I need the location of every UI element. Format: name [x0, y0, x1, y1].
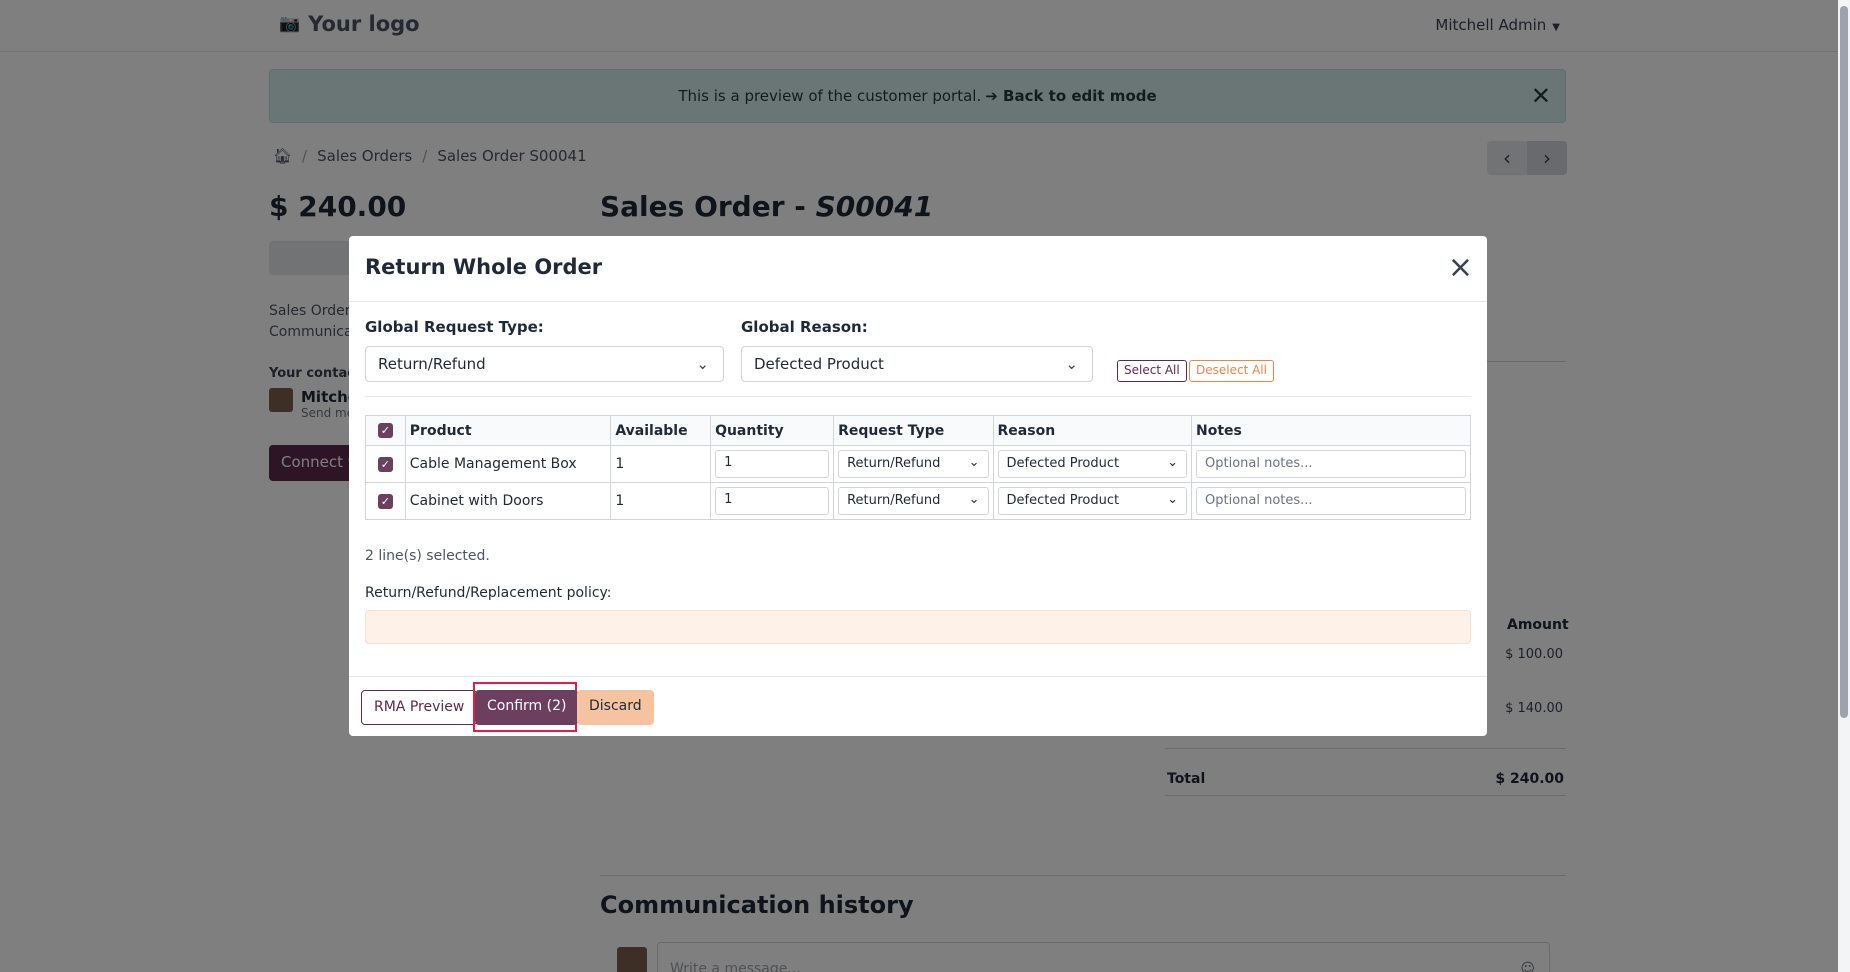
- column-header: Notes: [1191, 415, 1471, 446]
- checkbox-checked-icon[interactable]: ✓: [377, 423, 393, 438]
- available-cell: 1: [610, 445, 712, 483]
- select-all-button[interactable]: Select All: [1117, 360, 1187, 382]
- close-icon[interactable]: ×: [1448, 253, 1473, 283]
- column-header: Quantity: [710, 415, 835, 446]
- request-type-value: Return/Refund: [847, 456, 941, 471]
- reason-cell: Defected Product ⌄: [992, 445, 1193, 483]
- global-reason-label: Global Reason:: [741, 318, 868, 336]
- deselect-all-button[interactable]: Deselect All: [1189, 360, 1274, 382]
- dialog-footer: RMA Preview Confirm (2) Discard: [349, 676, 1487, 736]
- chevron-down-icon: ⌄: [968, 455, 980, 470]
- request-type-value: Return/Refund: [847, 493, 941, 508]
- dialog-header: Return Whole Order ×: [349, 236, 1487, 302]
- global-reason-select[interactable]: Defected Product ⌄: [741, 346, 1093, 382]
- divider: [365, 396, 1471, 397]
- quantity-input[interactable]: 1: [715, 487, 830, 515]
- column-header: Available: [610, 415, 712, 446]
- column-header: Request Type: [833, 415, 994, 446]
- notes-cell: Optional notes...: [1191, 482, 1471, 520]
- request-type-cell: Return/Refund ⌄: [833, 482, 994, 520]
- dialog-title: Return Whole Order: [365, 255, 603, 279]
- table-row: ✓ Cabinet with Doors 1 1 Return/Refund ⌄ …: [365, 482, 1471, 520]
- column-header: Reason: [992, 415, 1193, 446]
- available-cell: 1: [610, 482, 712, 520]
- reason-value: Defected Product: [1006, 493, 1120, 508]
- request-type-select[interactable]: Return/Refund ⌄: [838, 487, 989, 515]
- quantity-cell: 1: [710, 445, 835, 483]
- reason-select[interactable]: Defected Product ⌄: [997, 487, 1187, 515]
- return-lines-table: ✓ Product Available Quantity Request Typ…: [365, 415, 1471, 520]
- quantity-input[interactable]: 1: [715, 450, 830, 478]
- confirm-button[interactable]: Confirm (2): [475, 690, 579, 725]
- quantity-cell: 1: [710, 482, 835, 520]
- product-cell: Cable Management Box: [404, 445, 612, 483]
- reason-value: Defected Product: [1006, 456, 1120, 471]
- global-reason-value: Defected Product: [754, 355, 884, 373]
- table-row: ✓ Cable Management Box 1 1 Return/Refund…: [365, 445, 1471, 483]
- global-request-type-select[interactable]: Return/Refund ⌄: [365, 346, 724, 382]
- checkbox-checked-icon[interactable]: ✓: [377, 456, 393, 472]
- notes-input[interactable]: Optional notes...: [1196, 487, 1466, 515]
- chevron-down-icon: ⌄: [1065, 355, 1078, 373]
- policy-box: [365, 610, 1471, 644]
- chevron-down-icon: ⌄: [968, 492, 980, 507]
- table-header-row: ✓ Product Available Quantity Request Typ…: [365, 415, 1471, 446]
- return-order-dialog: Return Whole Order × Global Request Type…: [349, 236, 1487, 736]
- scrollbar[interactable]: [1838, 0, 1850, 972]
- chevron-down-icon: ⌄: [1167, 492, 1178, 507]
- chevron-down-icon: ⌄: [1167, 455, 1178, 470]
- request-type-cell: Return/Refund ⌄: [833, 445, 994, 483]
- row-checkbox-cell: ✓: [365, 445, 406, 483]
- reason-cell: Defected Product ⌄: [992, 482, 1193, 520]
- column-header: Product: [404, 415, 612, 446]
- request-type-select[interactable]: Return/Refund ⌄: [838, 450, 989, 478]
- row-checkbox-cell: ✓: [365, 482, 406, 520]
- discard-button[interactable]: Discard: [577, 690, 654, 725]
- policy-label: Return/Refund/Replacement policy:: [365, 585, 612, 601]
- global-request-type-label: Global Request Type:: [365, 318, 544, 336]
- notes-cell: Optional notes...: [1191, 445, 1471, 483]
- checkbox-checked-icon[interactable]: ✓: [377, 493, 393, 509]
- chevron-down-icon: ⌄: [696, 355, 709, 373]
- notes-input[interactable]: Optional notes...: [1196, 450, 1466, 478]
- rma-preview-button[interactable]: RMA Preview: [361, 690, 478, 725]
- scrollbar-thumb[interactable]: [1840, 6, 1848, 718]
- product-cell: Cabinet with Doors: [404, 482, 612, 520]
- header-checkbox-cell: ✓: [365, 415, 406, 446]
- reason-select[interactable]: Defected Product ⌄: [997, 450, 1187, 478]
- selected-count: 2 line(s) selected.: [365, 548, 490, 564]
- global-request-type-value: Return/Refund: [378, 355, 486, 373]
